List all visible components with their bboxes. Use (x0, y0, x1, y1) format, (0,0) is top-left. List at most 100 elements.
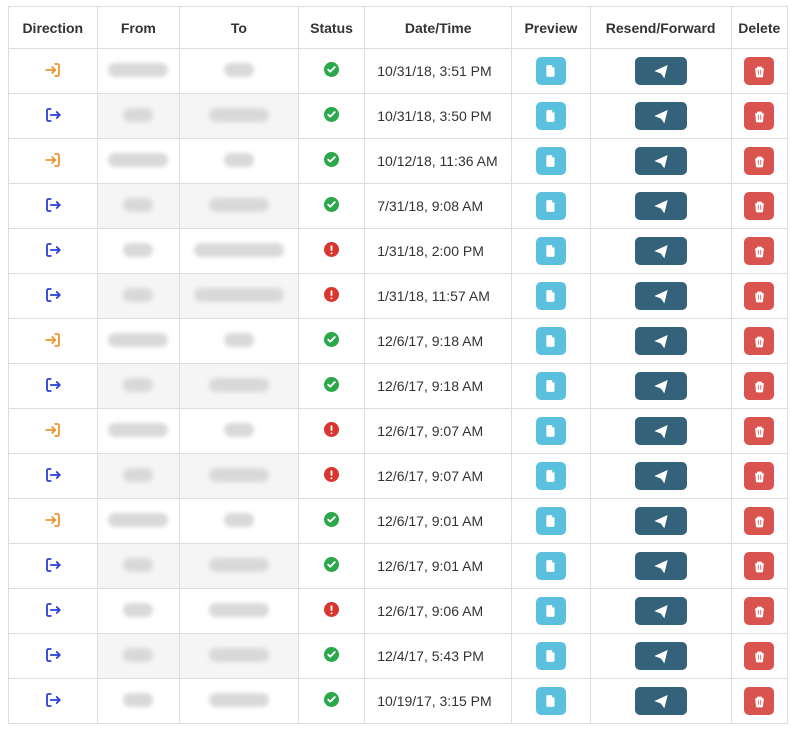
delete-button[interactable] (744, 282, 774, 310)
trash-icon (753, 154, 766, 169)
from-cell (97, 139, 180, 184)
from-cell (97, 409, 180, 454)
datetime-cell: 10/19/17, 3:15 PM (365, 679, 512, 724)
paper-plane-icon (653, 468, 669, 484)
redacted-text (209, 693, 269, 707)
redacted-text (123, 243, 153, 257)
trash-icon (753, 559, 766, 574)
file-icon (544, 333, 558, 349)
from-cell (97, 499, 180, 544)
resend-forward-button[interactable] (635, 597, 687, 625)
resend-forward-button[interactable] (635, 102, 687, 130)
check-circle-icon (324, 377, 340, 393)
col-resend[interactable]: Resend/Forward (590, 7, 731, 49)
file-icon (544, 603, 558, 619)
col-from[interactable]: From (97, 7, 180, 49)
delete-button[interactable] (744, 147, 774, 175)
preview-button[interactable] (536, 147, 566, 175)
delete-button[interactable] (744, 102, 774, 130)
preview-button[interactable] (536, 687, 566, 715)
resend-forward-button[interactable] (635, 642, 687, 670)
sign-in-icon (44, 331, 62, 349)
delete-button[interactable] (744, 462, 774, 490)
table-row: 10/31/18, 3:50 PM (9, 94, 788, 139)
delete-button[interactable] (744, 327, 774, 355)
sign-out-icon (44, 376, 62, 394)
preview-button[interactable] (536, 417, 566, 445)
datetime-cell: 1/31/18, 11:57 AM (365, 274, 512, 319)
delete-button[interactable] (744, 372, 774, 400)
sign-out-icon (44, 106, 62, 124)
col-datetime[interactable]: Date/Time (365, 7, 512, 49)
table-row: 10/31/18, 3:51 PM (9, 49, 788, 94)
preview-button[interactable] (536, 327, 566, 355)
redacted-text (209, 468, 269, 482)
from-cell (97, 49, 180, 94)
resend-forward-button[interactable] (635, 282, 687, 310)
paper-plane-icon (653, 63, 669, 79)
paper-plane-icon (653, 198, 669, 214)
resend-forward-button[interactable] (635, 417, 687, 445)
col-status[interactable]: Status (298, 7, 364, 49)
preview-button[interactable] (536, 102, 566, 130)
preview-button[interactable] (536, 597, 566, 625)
trash-icon (753, 109, 766, 124)
delete-button[interactable] (744, 417, 774, 445)
trash-icon (753, 334, 766, 349)
preview-button[interactable] (536, 57, 566, 85)
table-row: 1/31/18, 2:00 PM (9, 229, 788, 274)
exclamation-circle-icon (324, 602, 340, 618)
resend-forward-button[interactable] (635, 237, 687, 265)
preview-button[interactable] (536, 642, 566, 670)
to-cell (180, 634, 299, 679)
delete-button[interactable] (744, 687, 774, 715)
resend-forward-button[interactable] (635, 507, 687, 535)
delete-button[interactable] (744, 552, 774, 580)
check-circle-icon (324, 332, 340, 348)
preview-button[interactable] (536, 282, 566, 310)
resend-forward-button[interactable] (635, 372, 687, 400)
col-direction[interactable]: Direction (9, 7, 98, 49)
resend-forward-button[interactable] (635, 57, 687, 85)
datetime-cell: 10/31/18, 3:50 PM (365, 94, 512, 139)
resend-forward-button[interactable] (635, 327, 687, 355)
col-to[interactable]: To (180, 7, 299, 49)
delete-button[interactable] (744, 192, 774, 220)
preview-button[interactable] (536, 237, 566, 265)
redacted-text (224, 153, 254, 167)
file-icon (544, 198, 558, 214)
col-preview[interactable]: Preview (512, 7, 591, 49)
paper-plane-icon (653, 378, 669, 394)
preview-button[interactable] (536, 192, 566, 220)
paper-plane-icon (653, 648, 669, 664)
redacted-text (108, 333, 168, 347)
resend-forward-button[interactable] (635, 687, 687, 715)
trash-icon (753, 289, 766, 304)
paper-plane-icon (653, 513, 669, 529)
preview-button[interactable] (536, 552, 566, 580)
resend-forward-button[interactable] (635, 462, 687, 490)
preview-button[interactable] (536, 372, 566, 400)
delete-button[interactable] (744, 597, 774, 625)
redacted-text (209, 108, 269, 122)
file-icon (544, 648, 558, 664)
col-delete[interactable]: Delete (731, 7, 787, 49)
delete-button[interactable] (744, 237, 774, 265)
datetime-cell: 1/31/18, 2:00 PM (365, 229, 512, 274)
file-icon (544, 243, 558, 259)
redacted-text (209, 558, 269, 572)
resend-forward-button[interactable] (635, 552, 687, 580)
resend-forward-button[interactable] (635, 147, 687, 175)
delete-button[interactable] (744, 57, 774, 85)
datetime-cell: 12/6/17, 9:18 AM (365, 364, 512, 409)
preview-button[interactable] (536, 462, 566, 490)
sign-in-icon (44, 421, 62, 439)
resend-forward-button[interactable] (635, 192, 687, 220)
preview-button[interactable] (536, 507, 566, 535)
table-header-row: Direction From To Status Date/Time Previ… (9, 7, 788, 49)
datetime-cell: 12/6/17, 9:06 AM (365, 589, 512, 634)
redacted-text (209, 198, 269, 212)
redacted-text (209, 378, 269, 392)
delete-button[interactable] (744, 642, 774, 670)
delete-button[interactable] (744, 507, 774, 535)
